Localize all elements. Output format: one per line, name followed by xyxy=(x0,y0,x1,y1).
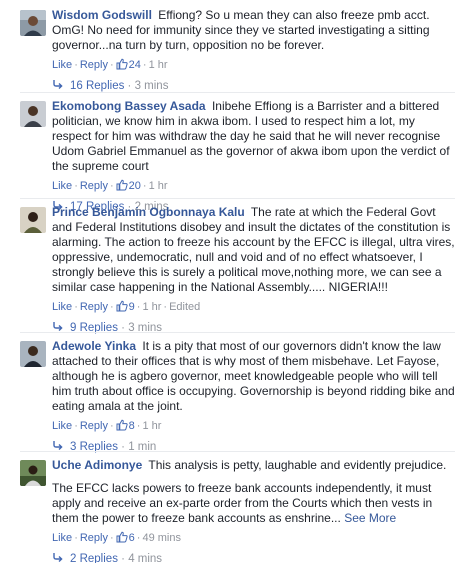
reply-button[interactable]: Reply xyxy=(80,301,108,313)
replies-time: 3 mins xyxy=(134,80,169,92)
replies-count[interactable]: 16 Replies xyxy=(70,80,124,92)
like-button[interactable]: Like xyxy=(52,301,72,313)
like-thumb-icon xyxy=(116,179,128,191)
comment-body: Wisdom Godswill Effiong? So u mean they … xyxy=(52,8,455,53)
commenter-name[interactable]: Ekomobong Bassey Asada xyxy=(52,99,206,113)
like-button[interactable]: Like xyxy=(52,420,72,432)
comment-time[interactable]: 1 hr xyxy=(142,301,161,313)
comment: Prince Benjamin Ogbonnaya Kalu The rate … xyxy=(0,205,461,337)
comment-body-continued: The EFCC lacks powers to freeze bank acc… xyxy=(52,481,455,526)
comment-time[interactable]: 49 mins xyxy=(142,532,181,544)
avatar[interactable] xyxy=(20,207,46,233)
like-thumb-icon xyxy=(116,300,128,312)
comment-body: Adewole Yinka It is a pity that most of … xyxy=(52,339,455,414)
reply-button[interactable]: Reply xyxy=(80,420,108,432)
comment-actions: Like · Reply · 24 · 1 hr xyxy=(52,58,168,71)
edited-label[interactable]: Edited xyxy=(169,301,200,313)
reply-arrow-icon xyxy=(52,320,64,332)
like-thumb-icon xyxy=(116,531,128,543)
comment-actions: Like · Reply · 8 · 1 hr xyxy=(52,419,162,432)
divider xyxy=(20,451,455,452)
divider xyxy=(20,92,455,93)
replies-time: 4 mins xyxy=(128,553,163,563)
comment: Adewole Yinka It is a pity that most of … xyxy=(0,339,461,456)
like-count[interactable]: 9 xyxy=(129,301,135,313)
like-count[interactable]: 6 xyxy=(129,532,135,544)
commenter-name[interactable]: Wisdom Godswill xyxy=(52,8,152,22)
comment: Wisdom Godswill Effiong? So u mean they … xyxy=(0,8,461,95)
reply-arrow-icon xyxy=(52,78,64,90)
reply-button[interactable]: Reply xyxy=(80,532,108,544)
like-button[interactable]: Like xyxy=(52,532,72,544)
like-button[interactable]: Like xyxy=(52,59,72,71)
comments-feed: Wisdom Godswill Effiong? So u mean they … xyxy=(0,0,461,563)
avatar[interactable] xyxy=(20,460,46,486)
comment-actions: Like · Reply · 20 · 1 hr xyxy=(52,179,168,192)
commenter-name[interactable]: Adewole Yinka xyxy=(52,339,136,353)
comment-time[interactable]: 1 hr xyxy=(142,420,161,432)
comment-body: Ekomobong Bassey Asada Inibehe Effiong i… xyxy=(52,99,455,174)
see-more-link[interactable]: See More xyxy=(344,511,396,525)
commenter-name[interactable]: Uche Adimonye xyxy=(52,458,142,472)
like-count[interactable]: 24 xyxy=(129,59,141,71)
comment-actions: Like · Reply · 9 · 1 hr · Edited xyxy=(52,300,201,313)
comment-actions: Like · Reply · 6 · 49 mins xyxy=(52,531,181,544)
reply-button[interactable]: Reply xyxy=(80,180,108,192)
avatar[interactable] xyxy=(20,101,46,127)
comment-body: Prince Benjamin Ogbonnaya Kalu The rate … xyxy=(52,205,455,295)
comment-body: Uche Adimonye This analysis is petty, la… xyxy=(52,458,455,473)
divider xyxy=(20,332,455,333)
replies-link[interactable]: 2 Replies · 4 mins xyxy=(52,550,455,563)
reply-arrow-icon xyxy=(52,439,64,451)
replies-count[interactable]: 2 Replies xyxy=(70,553,118,563)
commenter-name[interactable]: Prince Benjamin Ogbonnaya Kalu xyxy=(52,205,245,219)
comment-time[interactable]: 1 hr xyxy=(149,180,168,192)
like-thumb-icon xyxy=(116,58,128,70)
reply-arrow-icon xyxy=(52,551,64,563)
comment-text: This analysis is petty, laughable and ev… xyxy=(148,458,447,472)
divider xyxy=(20,198,455,199)
reply-button[interactable]: Reply xyxy=(80,59,108,71)
avatar[interactable] xyxy=(20,341,46,367)
like-count[interactable]: 8 xyxy=(129,420,135,432)
like-thumb-icon xyxy=(116,419,128,431)
avatar[interactable] xyxy=(20,10,46,36)
comment-time[interactable]: 1 hr xyxy=(149,59,168,71)
like-count[interactable]: 20 xyxy=(129,180,141,192)
comment: Uche Adimonye This analysis is petty, la… xyxy=(0,458,461,563)
replies-link[interactable]: 3 Replies · 1 min xyxy=(52,438,455,456)
replies-link[interactable]: 9 Replies · 3 mins xyxy=(52,319,455,337)
like-button[interactable]: Like xyxy=(52,180,72,192)
